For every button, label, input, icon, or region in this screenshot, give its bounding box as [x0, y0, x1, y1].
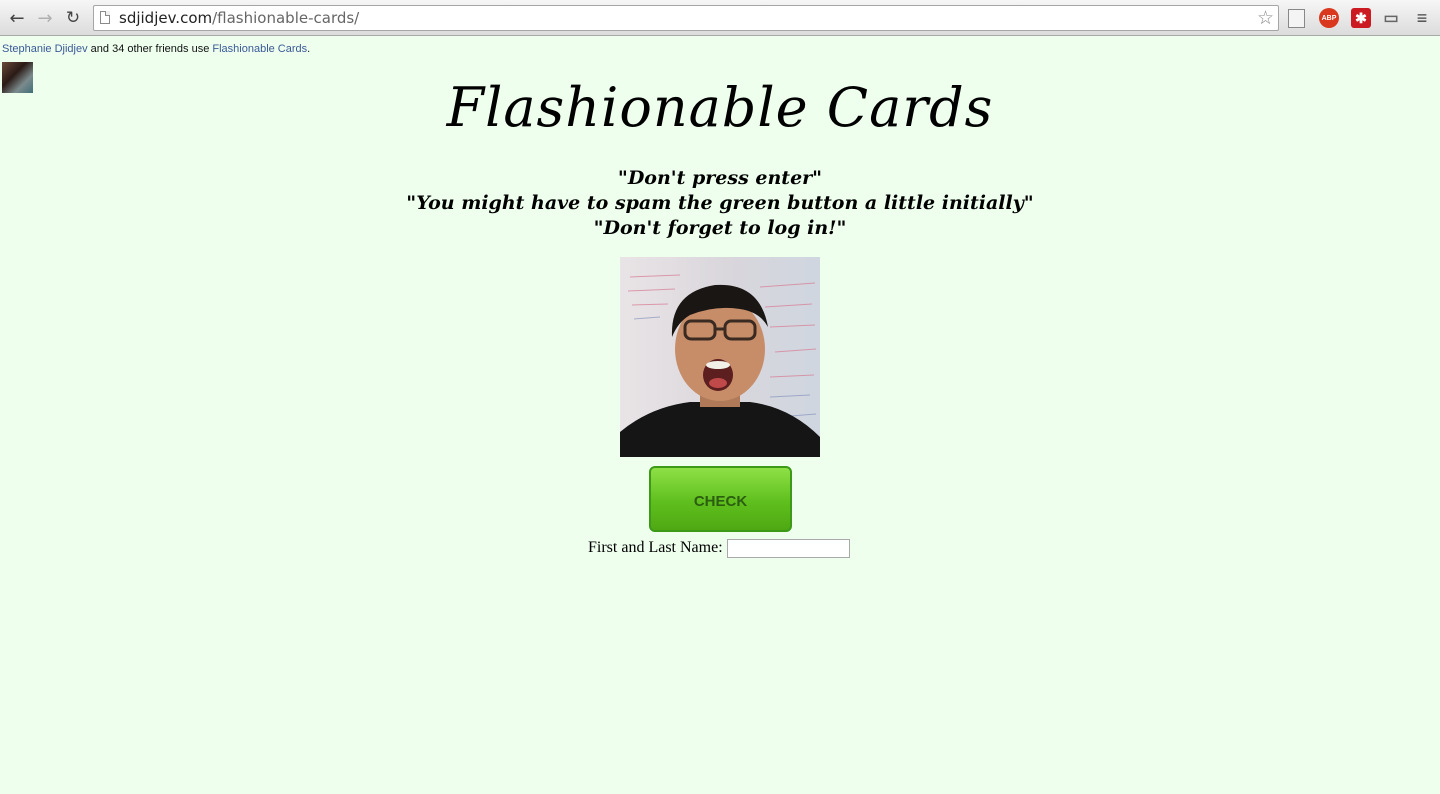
- check-button[interactable]: CHECK: [649, 466, 792, 532]
- social-middle-text: and 34 other friends use: [87, 43, 213, 55]
- page-title: Flashionable Cards: [446, 76, 994, 139]
- reload-icon[interactable]: ↻: [62, 7, 84, 29]
- page-content: Stephanie Djidjev and 34 other friends u…: [0, 36, 1440, 794]
- facebook-social-bar: Stephanie Djidjev and 34 other friends u…: [2, 43, 310, 55]
- adblock-plus-icon[interactable]: ABP: [1319, 8, 1339, 28]
- back-arrow-icon[interactable]: ←: [6, 7, 28, 29]
- forward-arrow-icon[interactable]: →: [34, 7, 56, 29]
- lastpass-icon[interactable]: ✱: [1351, 8, 1371, 28]
- instruction-line: "You might have to spam the green button…: [406, 192, 1034, 214]
- document-extension-icon[interactable]: [1288, 9, 1305, 28]
- instruction-line: "Don't press enter": [617, 167, 823, 189]
- social-end-text: .: [307, 43, 311, 55]
- page-icon: [100, 11, 110, 24]
- chrome-menu-icon[interactable]: ≡: [1412, 8, 1432, 28]
- friend-link[interactable]: Stephanie Djidjev: [2, 43, 88, 55]
- url-host: sdjidjev.com: [119, 9, 213, 27]
- address-bar[interactable]: sdjidjev.com/flashionable-cards/ ☆: [93, 5, 1279, 31]
- instructions: "Don't press enter" "You might have to s…: [0, 166, 1440, 241]
- bookmark-star-icon[interactable]: ☆: [1257, 7, 1274, 29]
- url-text[interactable]: sdjidjev.com/flashionable-cards/: [119, 9, 359, 27]
- cast-icon[interactable]: ▭: [1381, 8, 1401, 28]
- flashcard-photo: [620, 257, 820, 457]
- name-input[interactable]: [727, 539, 850, 558]
- instruction-line: "Don't forget to log in!": [593, 217, 847, 239]
- url-path: /flashionable-cards/: [212, 9, 360, 27]
- name-label: First and Last Name:: [588, 539, 723, 556]
- browser-toolbar: ← → ↻ sdjidjev.com/flashionable-cards/ ☆…: [0, 0, 1440, 36]
- person-photo-illustration: [620, 274, 820, 457]
- app-link[interactable]: Flashionable Cards: [212, 43, 307, 55]
